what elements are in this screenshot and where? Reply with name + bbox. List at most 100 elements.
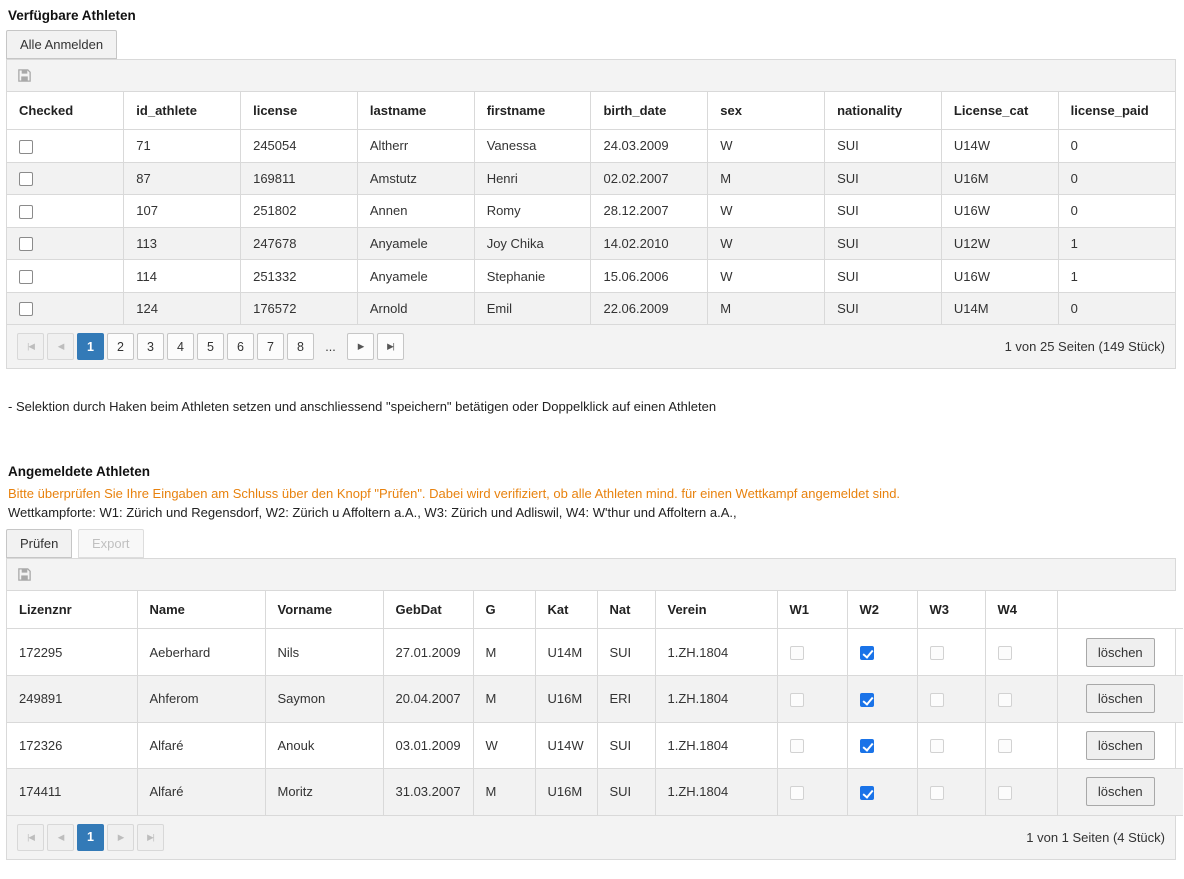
cell-firstname: Stephanie [474,260,591,293]
cell-license-paid: 0 [1058,130,1175,163]
pager-page-button[interactable]: 3 [137,333,164,360]
w3-checkbox[interactable] [930,739,944,753]
cell-g: M [473,675,535,722]
column-header: W2 [847,591,917,629]
available-rows: 71 245054 Altherr Vanessa 24.03.2009 W S… [7,130,1175,325]
w3-checkbox[interactable] [930,786,944,800]
cell-checked [7,130,124,163]
cell-license-cat: U16M [941,162,1058,195]
pager-page-button[interactable]: 6 [227,333,254,360]
pager-page-button[interactable]: 1 [77,333,104,360]
row-select-checkbox[interactable] [19,172,33,186]
registered-athlete-row[interactable]: 249891 Ahferom Saymon 20.04.2007 M U16M … [7,675,1183,722]
athlete-row[interactable]: 107 251802 Annen Romy 28.12.2007 W SUI U… [7,195,1175,228]
delete-button[interactable]: löschen [1086,638,1155,667]
pager-next-button[interactable]: ▶ [347,333,374,360]
w2-checkbox[interactable] [860,693,874,707]
w2-checkbox[interactable] [860,739,874,753]
row-select-checkbox[interactable] [19,205,33,219]
cell-birth-date: 02.02.2007 [591,162,708,195]
cell-name: Aeberhard [137,629,265,676]
registered-athlete-row[interactable]: 174411 Alfaré Moritz 31.03.2007 M U16M S… [7,769,1183,816]
pager-first-button[interactable]: |◀ [17,824,44,851]
pager-last-button[interactable]: ▶| [137,824,164,851]
register-all-button[interactable]: Alle Anmelden [6,30,117,59]
cell-lizenznr: 172295 [7,629,137,676]
pager-prev-button[interactable]: ◀ [47,333,74,360]
cell-firstname: Emil [474,292,591,325]
cell-license: 247678 [241,227,358,260]
selection-hint-text: - Selektion durch Haken beim Athleten se… [8,399,1176,414]
cell-checked [7,162,124,195]
column-header: Lizenznr [7,591,137,629]
cell-w4 [985,722,1057,769]
pager-page-button[interactable]: 1 [77,824,104,851]
cell-id-athlete: 107 [124,195,241,228]
cell-w4 [985,769,1057,816]
save-button[interactable] [17,68,32,83]
athlete-row[interactable]: 114 251332 Anyamele Stephanie 15.06.2006… [7,260,1175,293]
export-button[interactable]: Export [78,529,144,558]
cell-id-athlete: 71 [124,130,241,163]
cell-lastname: Altherr [357,130,474,163]
athlete-row[interactable]: 87 169811 Amstutz Henri 02.02.2007 M SUI… [7,162,1175,195]
row-select-checkbox[interactable] [19,302,33,316]
pager-summary: 1 von 25 Seiten (149 Stück) [1005,339,1165,354]
cell-license-cat: U14W [941,130,1058,163]
delete-button[interactable]: löschen [1086,777,1155,806]
cell-nationality: SUI [825,162,942,195]
cell-sex: W [708,130,825,163]
w4-checkbox[interactable] [998,786,1012,800]
pager-page-button[interactable]: 2 [107,333,134,360]
pager-page-button[interactable]: 8 [287,333,314,360]
w1-checkbox[interactable] [790,646,804,660]
registered-athlete-row[interactable]: 172295 Aeberhard Nils 27.01.2009 M U14M … [7,629,1183,676]
column-header: license [241,92,358,130]
cell-checked [7,292,124,325]
registered-rows: 172295 Aeberhard Nils 27.01.2009 M U14M … [7,629,1183,815]
row-select-checkbox[interactable] [19,270,33,284]
athlete-row[interactable]: 124 176572 Arnold Emil 22.06.2009 M SUI … [7,292,1175,325]
cell-kat: U16M [535,675,597,722]
w2-checkbox[interactable] [860,786,874,800]
pager-page-button[interactable]: 5 [197,333,224,360]
w4-checkbox[interactable] [998,739,1012,753]
cell-license-paid: 1 [1058,260,1175,293]
pager-page-button[interactable]: 7 [257,333,284,360]
column-header: Nat [597,591,655,629]
pager-last-button[interactable]: ▶| [377,333,404,360]
athlete-row[interactable]: 113 247678 Anyamele Joy Chika 14.02.2010… [7,227,1175,260]
pager-first-button[interactable]: |◀ [17,333,44,360]
w3-checkbox[interactable] [930,693,944,707]
pager-page-button[interactable]: 4 [167,333,194,360]
cell-sex: M [708,292,825,325]
athlete-row[interactable]: 71 245054 Altherr Vanessa 24.03.2009 W S… [7,130,1175,163]
cell-vorname: Anouk [265,722,383,769]
w1-checkbox[interactable] [790,693,804,707]
pager-prev-button[interactable]: ◀ [47,824,74,851]
column-header [1057,591,1183,629]
w3-checkbox[interactable] [930,646,944,660]
save-button[interactable] [17,567,32,582]
delete-button[interactable]: löschen [1086,731,1155,760]
w1-checkbox[interactable] [790,786,804,800]
pager-next-button[interactable]: ▶ [107,824,134,851]
w4-checkbox[interactable] [998,646,1012,660]
w2-checkbox[interactable] [860,646,874,660]
w4-checkbox[interactable] [998,693,1012,707]
cell-g: M [473,629,535,676]
cell-sex: W [708,260,825,293]
row-select-checkbox[interactable] [19,140,33,154]
registered-athlete-row[interactable]: 172326 Alfaré Anouk 03.01.2009 W U14W SU… [7,722,1183,769]
delete-button[interactable]: löschen [1086,684,1155,713]
pager-page-button[interactable]: ... [317,333,344,360]
w1-checkbox[interactable] [790,739,804,753]
cell-action: löschen [1057,629,1183,676]
cell-gebdat: 27.01.2009 [383,629,473,676]
available-header-row: Checked id_athlete license lastname firs… [7,92,1175,130]
cell-license: 176572 [241,292,358,325]
row-select-checkbox[interactable] [19,237,33,251]
cell-kat: U16M [535,769,597,816]
cell-license-paid: 0 [1058,162,1175,195]
check-button[interactable]: Prüfen [6,529,72,558]
